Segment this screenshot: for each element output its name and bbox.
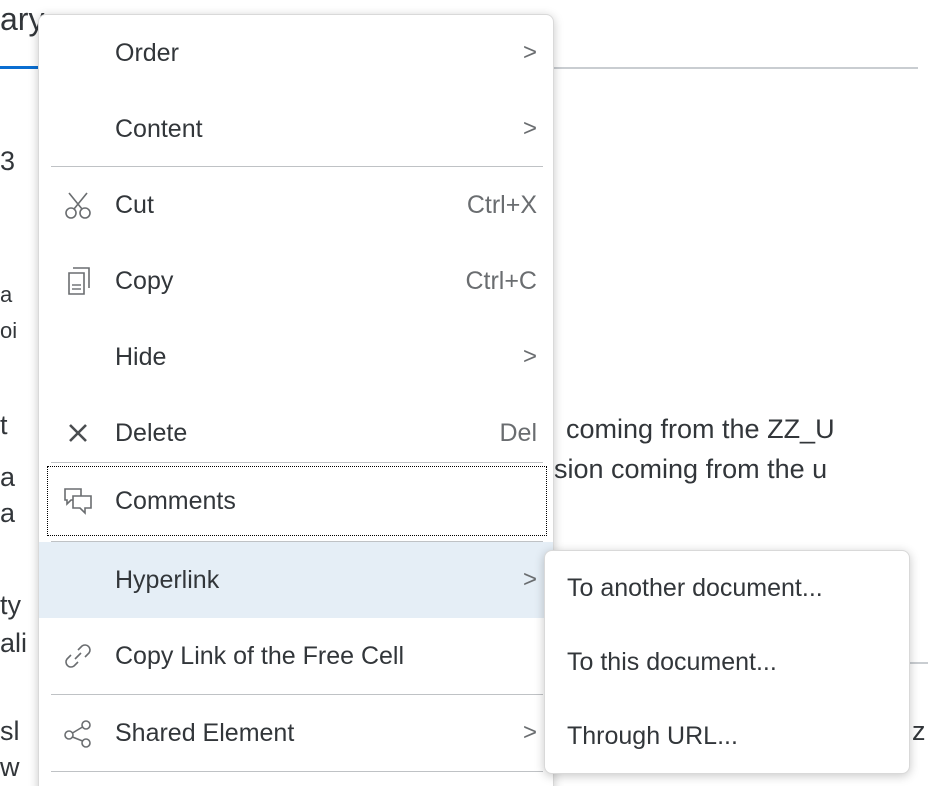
header-divider <box>554 67 918 69</box>
submenu-item-through-url[interactable]: Through URL... <box>545 699 909 773</box>
text-fragment: a <box>0 462 16 492</box>
menu-separator <box>51 462 543 463</box>
menu-separator <box>51 771 543 772</box>
menu-item-delete[interactable]: Delete Del <box>39 395 553 471</box>
menu-item-content[interactable]: Content > <box>39 91 553 167</box>
chevron-right-icon: > <box>522 39 537 66</box>
context-menu: Order > Content > Cut Ctrl+X Copy Ctrl+C… <box>38 14 554 786</box>
share-icon <box>61 716 95 750</box>
submenu-item-label: Through URL... <box>567 722 738 750</box>
menu-item-copy-link[interactable]: Copy Link of the Free Cell <box>39 618 553 694</box>
text-fragment: 3 <box>0 146 16 176</box>
menu-item-label: Comments <box>115 487 236 515</box>
divider-fragment <box>908 662 928 664</box>
menu-item-label: Delete <box>115 419 188 447</box>
text-fragment: sl <box>0 716 20 746</box>
menu-item-hide[interactable]: Hide > <box>39 319 553 395</box>
menu-item-label: Copy Link of the Free Cell <box>115 642 405 670</box>
chevron-right-icon: > <box>522 566 537 593</box>
menu-item-hyperlink[interactable]: Hyperlink > <box>39 542 553 618</box>
text-fragment: w <box>0 752 20 782</box>
text-fragment: a <box>0 282 13 307</box>
text-fragment: z <box>912 716 926 746</box>
menu-item-label: Copy <box>115 267 174 295</box>
menu-item-shared-element[interactable]: Shared Element > <box>39 695 553 771</box>
shortcut-label: Ctrl+X <box>466 191 537 219</box>
report-canvas: ary 3 a oi t a a ty ali sl w coming from… <box>0 0 936 786</box>
text-fragment: t <box>0 410 8 440</box>
link-icon <box>61 639 95 673</box>
text-line-2: sion coming from the u <box>554 454 828 484</box>
copy-icon <box>61 264 95 298</box>
menu-item-comments[interactable]: Comments <box>45 464 549 538</box>
chevron-right-icon: > <box>522 719 537 746</box>
menu-item-label: Cut <box>115 191 154 219</box>
menu-item-label: Content <box>115 115 203 143</box>
menu-item-label: Shared Element <box>115 719 295 747</box>
scissors-icon <box>61 188 95 222</box>
submenu-item-label: To this document... <box>567 648 777 676</box>
menu-item-cut[interactable]: Cut Ctrl+X <box>39 167 553 243</box>
text-fragment: ty <box>0 590 22 620</box>
close-icon <box>61 416 95 450</box>
menu-item-order[interactable]: Order > <box>39 15 553 91</box>
menu-item-label: Hyperlink <box>115 566 220 594</box>
menu-item-copy[interactable]: Copy Ctrl+C <box>39 243 553 319</box>
shortcut-label: Del <box>499 419 537 447</box>
submenu-item-label: To another document... <box>567 574 823 602</box>
chevron-right-icon: > <box>522 115 537 142</box>
submenu-item-this-document[interactable]: To this document... <box>545 625 909 699</box>
submenu-item-another-document[interactable]: To another document... <box>545 551 909 625</box>
hyperlink-submenu: To another document... To this document.… <box>544 550 910 774</box>
chevron-right-icon: > <box>522 343 537 370</box>
text-line-1: coming from the ZZ_U <box>566 414 835 444</box>
text-fragment: ali <box>0 628 28 658</box>
menu-item-label: Order <box>115 39 179 67</box>
menu-item-label: Hide <box>115 343 167 371</box>
text-fragment: a <box>0 498 16 528</box>
shortcut-label: Ctrl+C <box>465 267 537 295</box>
title-underline <box>0 66 38 69</box>
text-fragment: oi <box>0 318 18 343</box>
comments-icon <box>61 484 95 518</box>
